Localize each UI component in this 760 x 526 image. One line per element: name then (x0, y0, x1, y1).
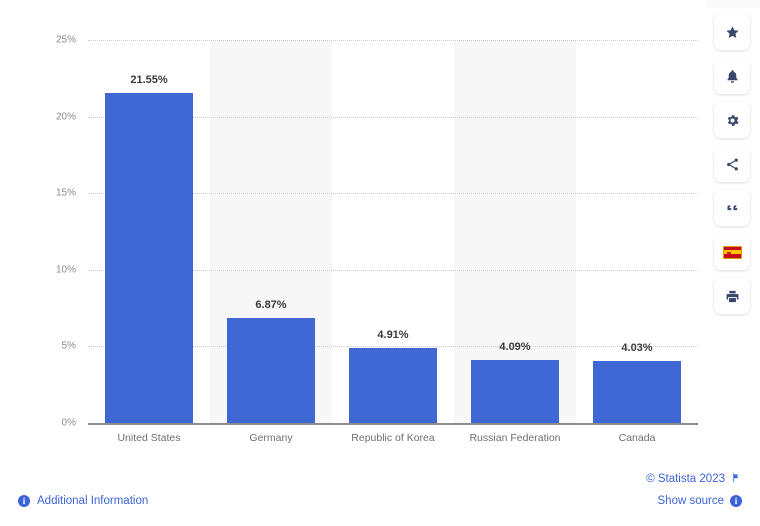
bar-value-label: 6.87% (255, 298, 287, 311)
gridline (88, 40, 698, 41)
y-axis-tick-label: 20% (55, 111, 76, 123)
notification-button[interactable] (714, 58, 750, 94)
plot-area: 21.55% 6.87% 4.91% 4.09% 4.03% (88, 40, 698, 424)
bell-icon (725, 69, 740, 84)
y-axis-tick-label: 5% (61, 340, 76, 352)
y-axis-tick-label: 15% (55, 187, 76, 199)
y-axis-tick-label: 0% (61, 417, 76, 429)
copyright-label: © Statista 2023 (646, 473, 725, 485)
bar-value-label: 4.03% (621, 342, 653, 355)
y-axis-tick-label: 10% (55, 264, 76, 276)
star-icon (725, 25, 740, 40)
gear-icon (725, 113, 740, 128)
show-source-label: Show source (657, 495, 724, 507)
bar[interactable] (227, 317, 315, 423)
bar[interactable] (349, 347, 437, 423)
citation-button[interactable] (714, 190, 750, 226)
show-source-link[interactable]: Show source i (658, 495, 742, 507)
bar[interactable] (593, 361, 681, 423)
flag-icon (731, 472, 742, 486)
print-button[interactable] (714, 278, 750, 314)
x-axis-category-label: Republic of Korea (351, 432, 435, 444)
x-axis-category-label: Canada (618, 432, 656, 444)
printer-icon (725, 289, 740, 304)
quote-icon (725, 201, 740, 216)
chart-footer: © Statista 2023 Show source i i Addition… (0, 460, 760, 526)
settings-button[interactable] (714, 102, 750, 138)
share-icon (725, 157, 740, 172)
bar-value-label: 21.55% (130, 73, 168, 86)
x-axis-line (88, 423, 698, 425)
spanish-flag-icon (722, 245, 742, 259)
language-button[interactable] (714, 234, 750, 270)
copyright: © Statista 2023 (646, 472, 742, 486)
side-toolbar (714, 14, 750, 314)
info-icon: i (18, 495, 30, 507)
chart-card: Share of traffic 0%5%10%15%20%25% 21.55%… (0, 0, 705, 460)
x-axis-category-label: United States (117, 432, 181, 444)
additional-information-label: Additional Information (37, 495, 149, 507)
info-icon: i (730, 495, 742, 507)
bar[interactable] (105, 92, 193, 423)
bar[interactable] (471, 360, 559, 423)
bar-value-label: 4.91% (377, 328, 409, 341)
share-button[interactable] (714, 146, 750, 182)
favorite-button[interactable] (714, 14, 750, 50)
x-axis-category-label: Russian Federation (469, 432, 561, 444)
x-axis-category-label: Germany (249, 432, 293, 444)
y-axis-tick-label: 25% (55, 34, 76, 46)
additional-information-link[interactable]: i Additional Information (18, 495, 148, 507)
bar-value-label: 4.09% (499, 341, 531, 354)
